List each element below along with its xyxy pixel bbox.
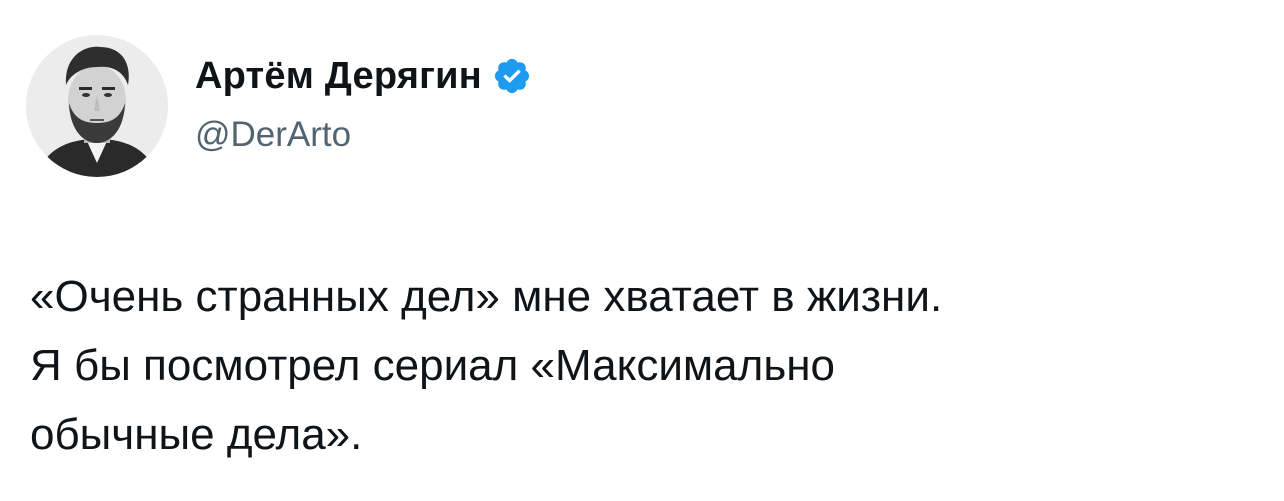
tweet-text-line: обычные дела». (30, 410, 363, 459)
tweet-card: Артём Дерягин @DerArto «Очень странных д… (0, 0, 1284, 501)
author-handle[interactable]: @DerArto (195, 114, 351, 156)
tweet-text-line: Я бы посмотрел сериал «Максимально (30, 341, 836, 390)
user-avatar[interactable] (26, 35, 168, 177)
author-display-name[interactable]: Артём Дерягин (195, 54, 482, 98)
tweet-text: «Очень странных дел» мне хватает в жизни… (30, 262, 1250, 469)
tweet-text-line: «Очень странных дел» мне хватает в жизни… (30, 272, 943, 321)
avatar-portrait-icon (26, 35, 168, 177)
verified-badge-icon[interactable] (492, 56, 532, 96)
author-name-row: Артём Дерягин (195, 54, 532, 98)
